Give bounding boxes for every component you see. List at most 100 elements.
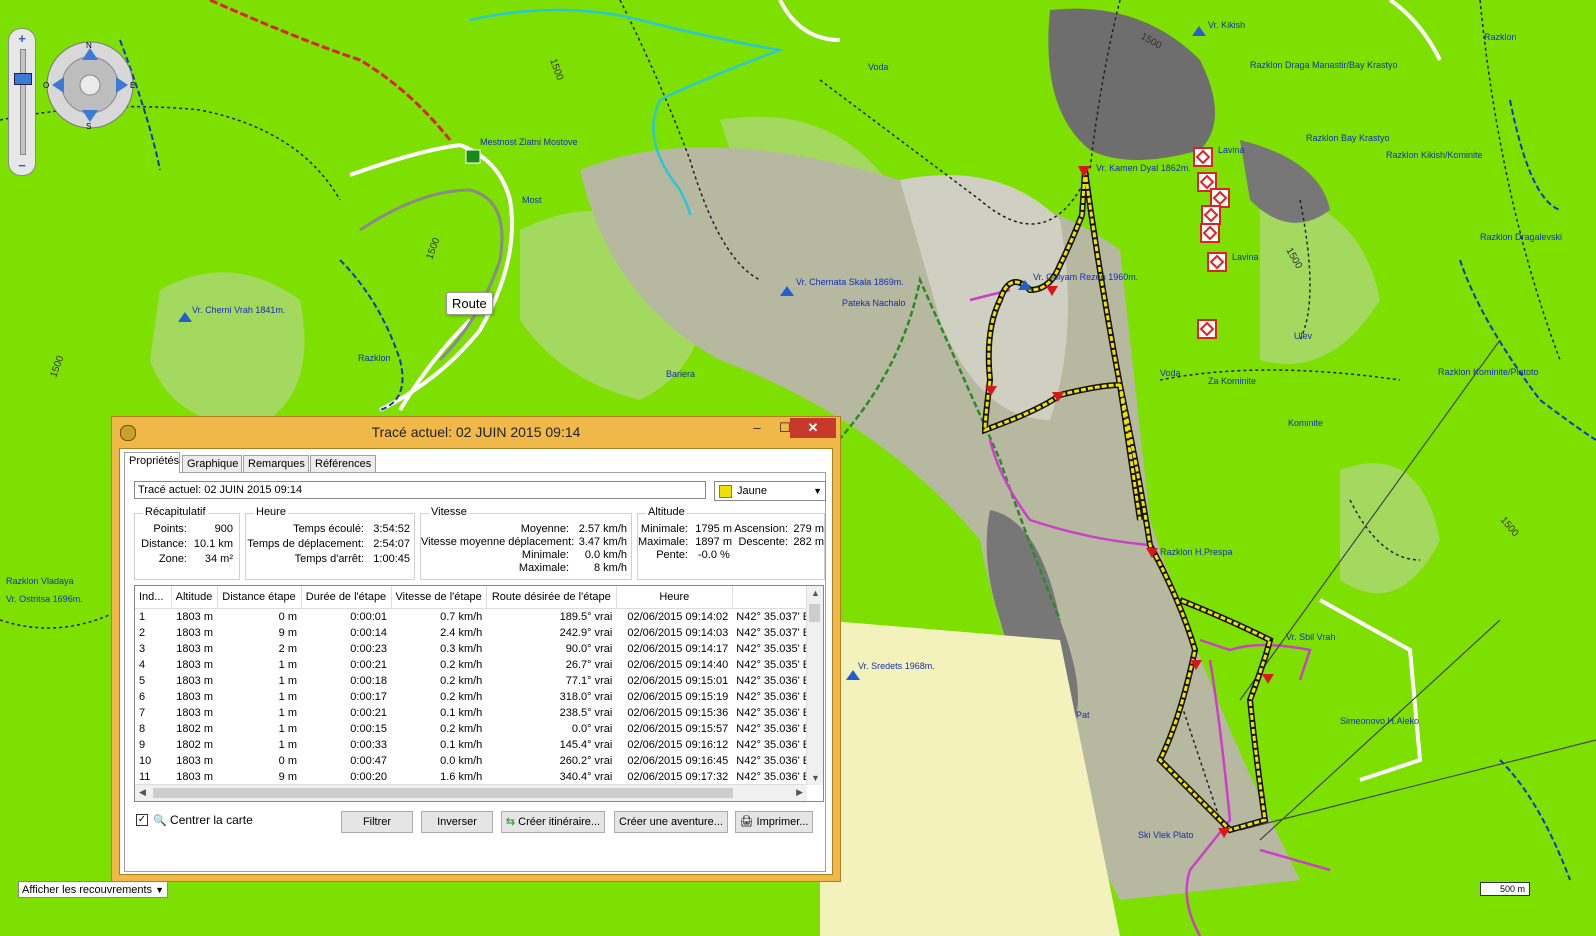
- tab-notes[interactable]: Remarques: [243, 455, 309, 472]
- map-label[interactable]: Ulev: [1294, 331, 1312, 341]
- table-row[interactable]: 11 1803 m 9 m 0:00:20 1.6 km/h 340.4° vrai 02/…: [135, 769, 822, 785]
- create-adventure-button[interactable]: Créer une aventure...: [614, 811, 728, 833]
- table-row[interactable]: 8 1802 m 1 m 0:00:15 0.2 km/h 0.0° vrai 02/06/…: [135, 721, 822, 737]
- table-row[interactable]: 9 1802 m 1 m 0:00:33 0.1 km/h 145.4° vrai 02/0…: [135, 737, 822, 753]
- table-row[interactable]: 7 1803 m 1 m 0:00:21 0.1 km/h 238.5° vrai 02/0…: [135, 705, 822, 721]
- center-map-checkbox[interactable]: ✓: [136, 814, 148, 826]
- ascent-value: 279 m: [793, 523, 824, 535]
- table-row[interactable]: 10 1803 m 0 m 0:00:47 0.0 km/h 260.2° vrai 02/…: [135, 753, 822, 769]
- zoom-rail[interactable]: [20, 49, 26, 155]
- map-label[interactable]: Vr. Kamen Dyal 1862m.: [1096, 163, 1191, 173]
- overlay-select[interactable]: Afficher les recouvrements ▼: [18, 881, 168, 898]
- table-cell: 0:00:14: [350, 627, 387, 639]
- center-map-label: 🔍 Centrer la carte: [153, 813, 253, 827]
- dialog-titlebar[interactable]: Tracé actuel: 02 JUIN 2015 09:14 – ☐ ✕: [112, 417, 840, 447]
- filter-button[interactable]: Filtrer: [341, 811, 413, 833]
- map-label[interactable]: Vr. Ostritsa 1696m.: [6, 594, 83, 604]
- map-label[interactable]: Lavina: [1232, 252, 1259, 262]
- table-cell: 7: [139, 707, 146, 719]
- table-cell: 02/06/2015 09:16:45: [627, 755, 729, 767]
- tab-properties[interactable]: Propriétés: [124, 452, 180, 473]
- table-row[interactable]: 2 1803 m 9 m 0:00:14 2.4 km/h 242.9° vrai 02/0…: [135, 625, 822, 641]
- map-label[interactable]: Pateka Nachalo: [842, 298, 906, 308]
- map-label[interactable]: Bariera: [666, 369, 695, 379]
- column-header[interactable]: Heure: [616, 586, 733, 609]
- column-header[interactable]: Route désirée de l'étape: [486, 586, 617, 609]
- horizontal-scrollbar[interactable]: ◀ ▶: [135, 784, 807, 801]
- map-label[interactable]: Razklon Kikish/Kominite: [1386, 150, 1483, 160]
- map-label[interactable]: Most: [522, 195, 542, 205]
- column-header[interactable]: Vitesse de l'étape: [391, 586, 487, 609]
- scroll-thumb[interactable]: [809, 604, 820, 622]
- descent-label: Descente:: [738, 536, 788, 548]
- map-label[interactable]: Razklon Bay Krastyo: [1306, 133, 1390, 143]
- map-label[interactable]: Razklon: [358, 353, 391, 363]
- map-label[interactable]: Vr. Chernata Skala 1869m.: [796, 277, 904, 287]
- scroll-thumb[interactable]: [153, 788, 733, 798]
- scroll-up-icon[interactable]: ▲: [811, 588, 820, 598]
- map-label[interactable]: Razklon H.Prespa: [1160, 547, 1233, 557]
- table-row[interactable]: 5 1803 m 1 m 0:00:18 0.2 km/h 77.1° vrai 02/06…: [135, 673, 822, 689]
- track-properties-dialog: Tracé actuel: 02 JUIN 2015 09:14 – ☐ ✕ P…: [111, 416, 841, 882]
- track-name-input[interactable]: Tracé actuel: 02 JUIN 2015 09:14: [134, 481, 706, 499]
- tab-references[interactable]: Références: [310, 455, 376, 472]
- map-label[interactable]: Vr. Sbil Vrah: [1286, 632, 1335, 642]
- distance-value: 10.1 km: [193, 538, 233, 550]
- print-button[interactable]: 🖨 Imprimer...: [735, 811, 813, 833]
- map-label[interactable]: Voda: [868, 62, 889, 72]
- map-label[interactable]: Ski Vlek Plato: [1138, 830, 1194, 840]
- map-label[interactable]: Razklon Vladaya: [6, 576, 74, 586]
- column-header[interactable]: Durée de l'étape: [301, 586, 392, 609]
- map-label[interactable]: Za Kominite: [1208, 376, 1256, 386]
- map-label[interactable]: Razklon: [1484, 32, 1517, 42]
- max-altitude-value: 1897 m: [695, 536, 732, 548]
- create-route-button[interactable]: ⇆ Créer itinéraire...: [501, 811, 605, 833]
- map-label[interactable]: Razklon Draga Manastir/Bay Krastyo: [1250, 60, 1398, 70]
- trackpoint-table[interactable]: Ind... Altitude Distance étape Durée de l'é…: [134, 585, 824, 802]
- map-label[interactable]: Vr. Kikish: [1208, 20, 1245, 30]
- close-button[interactable]: ✕: [790, 418, 836, 438]
- map-label[interactable]: Razklon Dragalevski: [1480, 232, 1562, 242]
- max-speed-label: Maximale:: [518, 562, 569, 574]
- scroll-right-icon[interactable]: ▶: [796, 787, 803, 798]
- stopped-time-value: 1:00:45: [373, 553, 410, 565]
- map-label[interactable]: Pat: [1076, 710, 1090, 720]
- map-label[interactable]: Vr. Sredets 1968m.: [858, 661, 935, 671]
- column-header[interactable]: Altitude: [171, 586, 218, 609]
- table-cell: 0 m: [278, 755, 297, 767]
- scroll-down-icon[interactable]: ▼: [811, 773, 820, 783]
- table-row[interactable]: 1 1803 m 0 m 0:00:01 0.7 km/h 189.5° vrai 02/0…: [135, 609, 822, 626]
- vertical-scrollbar[interactable]: ▲ ▼: [806, 586, 823, 785]
- table-row[interactable]: 4 1803 m 1 m 0:00:21 0.2 km/h 26.7° vrai 02/06…: [135, 657, 822, 673]
- table-cell: 1803 m: [176, 771, 213, 783]
- reverse-button[interactable]: Inverser: [421, 811, 493, 833]
- minimize-button[interactable]: –: [744, 418, 770, 438]
- map-label[interactable]: Vr. Golyam Rezen 1960m.: [1033, 272, 1138, 282]
- table-row[interactable]: 3 1803 m 2 m 0:00:23 0.3 km/h 90.0° vrai 02/06…: [135, 641, 822, 657]
- table-cell: 02/06/2015 09:15:57: [627, 723, 729, 735]
- zoom-in-icon[interactable]: +: [9, 31, 35, 46]
- map-label[interactable]: Razklon Kominite/Platoto: [1438, 367, 1539, 377]
- color-select[interactable]: Jaune ▼: [714, 481, 826, 501]
- color-swatch: [719, 485, 732, 498]
- table-cell: 02/06/2015 09:14:03: [627, 627, 729, 639]
- column-header[interactable]: Distance étape: [217, 586, 302, 609]
- map-label[interactable]: Voda: [1160, 368, 1181, 378]
- scroll-left-icon[interactable]: ◀: [139, 787, 146, 798]
- map-label[interactable]: Simeonovo H.Aleko: [1340, 716, 1419, 726]
- map-label[interactable]: Lavina: [1218, 145, 1245, 155]
- create-route-label: Créer itinéraire...: [518, 816, 601, 828]
- zoom-out-icon[interactable]: −: [9, 158, 35, 173]
- map-label[interactable]: Mestnost Zlatni Mostove: [480, 137, 578, 147]
- pan-compass[interactable]: N S O E: [42, 40, 138, 130]
- tab-graph[interactable]: Graphique: [182, 455, 242, 472]
- map-label[interactable]: Kominite: [1288, 418, 1323, 428]
- zoom-handle[interactable]: [14, 73, 32, 85]
- zoom-slider[interactable]: + −: [8, 28, 36, 176]
- table-cell: 238.5° vrai: [559, 707, 613, 719]
- zone-value: 34 m²: [204, 553, 233, 565]
- map-label[interactable]: Vr. Cherni Vrah 1841m.: [192, 305, 285, 315]
- column-header[interactable]: Ind...: [135, 586, 172, 609]
- table-cell: 1 m: [278, 739, 297, 751]
- table-row[interactable]: 6 1803 m 1 m 0:00:17 0.2 km/h 318.0° vrai 02/0…: [135, 689, 822, 705]
